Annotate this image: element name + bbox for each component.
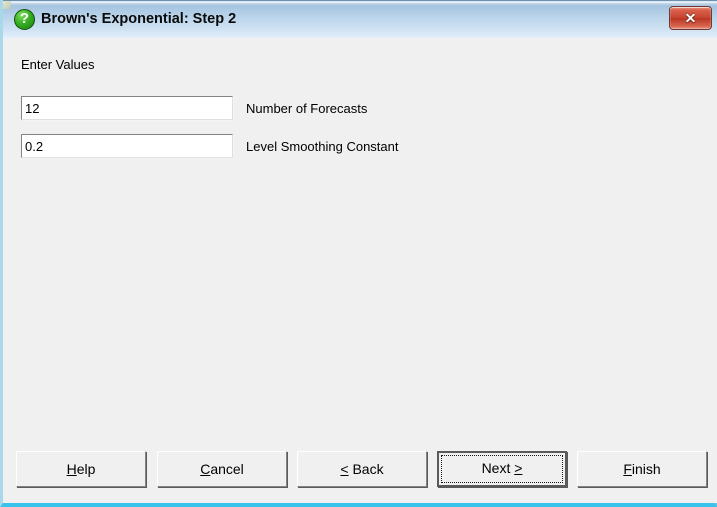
cancel-button[interactable]: Cancel	[157, 451, 287, 487]
window-title: Brown's Exponential: Step 2	[41, 11, 237, 27]
back-button[interactable]: < Back	[297, 451, 427, 487]
title-bar: ? Brown's Exponential: Step 2 ✕	[3, 0, 717, 38]
question-mark-icon-glyph: ?	[19, 10, 30, 27]
finish-button-mnemonic: F	[623, 461, 632, 477]
help-button-label: Help	[67, 461, 96, 477]
question-mark-icon: ?	[14, 9, 35, 30]
level-smoothing-constant-input[interactable]	[21, 134, 233, 158]
enter-values-label: Enter Values	[21, 57, 95, 72]
next-button-label: Next >	[482, 460, 523, 476]
next-button[interactable]: Next >	[437, 451, 567, 487]
cancel-button-text: ancel	[210, 461, 244, 477]
help-button[interactable]: Help	[16, 451, 146, 487]
close-button[interactable]: ✕	[669, 6, 712, 30]
close-icon: ✕	[684, 10, 697, 26]
finish-button[interactable]: Finish	[577, 451, 707, 487]
number-of-forecasts-input[interactable]	[21, 96, 233, 120]
finish-button-label: Finish	[623, 461, 660, 477]
dialog-client-area: Enter Values Number of Forecasts Level S…	[6, 38, 717, 503]
back-button-label: < Back	[340, 461, 383, 477]
cancel-button-mnemonic: C	[200, 461, 211, 477]
finish-button-text: inish	[631, 461, 661, 477]
level-smoothing-constant-label: Level Smoothing Constant	[246, 139, 399, 154]
window-corner-decoration	[3, 1, 11, 9]
next-button-mnemonic: >	[514, 460, 523, 476]
number-of-forecasts-label: Number of Forecasts	[246, 101, 368, 116]
dialog-window: ? Brown's Exponential: Step 2 ✕ Enter Va…	[0, 0, 717, 507]
dialog-button-bar: Help Cancel < Back Next > Finish	[6, 451, 717, 503]
back-button-text: Back	[348, 461, 384, 477]
next-button-text: Next	[481, 460, 515, 476]
help-button-text: elp	[76, 461, 96, 477]
help-button-mnemonic: H	[66, 461, 77, 477]
cancel-button-label: Cancel	[200, 461, 244, 477]
back-button-mnemonic: <	[340, 461, 349, 477]
